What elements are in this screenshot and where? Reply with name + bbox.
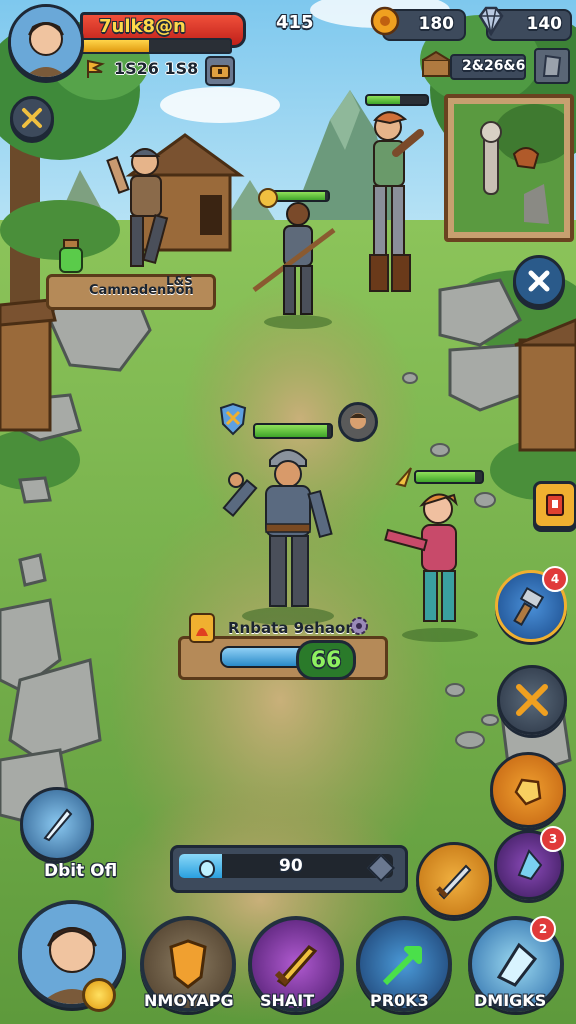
armor-icon [169,939,207,989]
ally-health-fill [416,472,476,482]
blade-icon [43,808,73,842]
spear-enemy[interactable] [250,200,340,330]
secondary-resource-value: 2&26&6 [462,58,526,74]
nav-arrow-label: PR0K3 [370,991,429,1010]
resource-flag-icon [84,58,106,80]
magic-crystal-icon [517,849,543,881]
gems-value: 140 [526,14,563,34]
magic-badge: 3 [540,826,566,852]
energy-drop-icon [199,860,215,878]
player-name: 7ulk8@n [99,16,186,37]
sword-slash-icon [436,864,472,900]
secondary-resource-counter: 2&26&6 [450,54,526,80]
sword-icon [274,945,318,987]
hero-class-icon [217,402,249,438]
scroll-icon [546,494,564,516]
ally-health-bar [414,470,484,484]
crossed-tools-icon [22,108,42,128]
arrow-icon [382,946,422,986]
dash-skill-button[interactable] [20,787,94,861]
enemy-b-health-fill [367,96,400,104]
nav-crystal-label: DMIGKS [474,991,547,1010]
hero-name: Rnbata 9ehaons [228,619,365,637]
nav-armor-label: NMOYAPG [144,991,234,1010]
pink-ally-character[interactable] [378,485,488,645]
crystal-icon [496,942,538,987]
player-xp-fill [82,40,149,52]
craft-button[interactable] [497,665,567,735]
close-button[interactable] [513,255,565,307]
target-portrait-icon[interactable] [338,402,378,442]
player-avatar-button[interactable] [8,4,84,80]
attack-skill-button[interactable] [416,842,492,918]
nav-sword-label: SHAIT [260,991,315,1010]
fire-potion-icon [186,610,218,646]
villager-npc[interactable] [105,140,175,280]
player-avatar-icon [11,7,81,77]
crossed-hammers-icon [516,684,548,716]
supply-crate-icon[interactable] [420,50,452,80]
gold-value: 180 [418,14,455,34]
hero-health-bar [253,423,333,439]
nav-crystal-badge: 2 [530,916,556,942]
inventory-chest-icon[interactable] [205,56,235,86]
enemy-a-health-fill [270,192,326,200]
hero-level: 66 [310,647,342,673]
hero-level-badge: 66 [296,640,356,680]
energy-value: 90 [279,856,303,876]
upgrade-badge: 4 [542,566,568,592]
hero-coin-icon [82,978,116,1012]
hero-health-fill [255,425,328,437]
potion-jar-icon[interactable] [58,238,84,276]
gear-icon [348,615,370,637]
minimap-panel[interactable] [444,94,574,242]
diamond-icon [474,4,508,38]
hammer-icon [513,586,545,626]
close-icon [528,270,550,292]
stone-block-icon[interactable] [534,48,570,84]
main-hero-character[interactable] [220,440,350,625]
barracks-level: L&S [166,274,193,288]
settings-button[interactable] [10,96,54,140]
club-warrior-enemy[interactable] [350,105,440,305]
energy-panel: 90 [170,845,408,893]
minimap-view [454,104,564,232]
gold-gear-icon [368,4,402,38]
power-value: 415 [276,12,314,33]
player-xp-bar [80,38,232,54]
quest-scroll-button[interactable] [533,481,576,529]
resource-value: 1S26 1S8 [114,59,199,78]
power-fist-button[interactable] [490,752,566,828]
dash-skill-label: Dbit Ofl [44,861,118,881]
fist-icon [514,778,542,806]
